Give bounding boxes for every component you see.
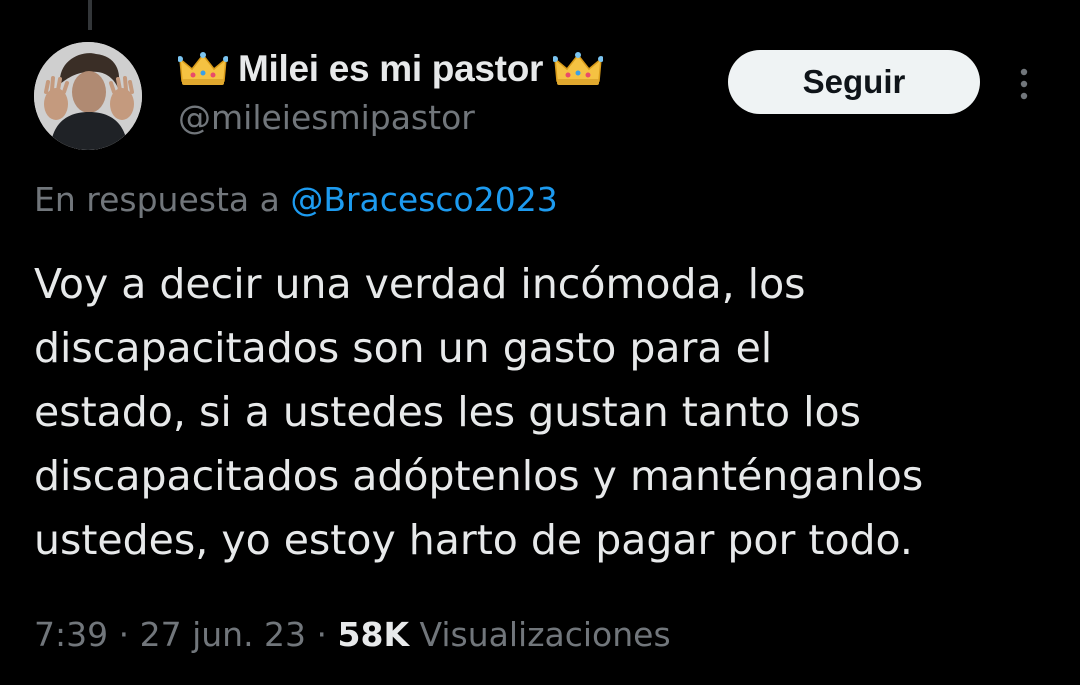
meta-separator: · [316,615,338,654]
tweet-text-line: estado, si a ustedes les gustan tanto lo… [34,388,862,436]
meta-separator: · [118,615,140,654]
reply-context: En respuesta a @Bracesco2023 [34,180,558,219]
tweet-time[interactable]: 7:39 [34,615,119,654]
follow-button[interactable]: Seguir [728,50,980,114]
tweet-text-line: discapacitados son un gasto para el [34,324,773,372]
reply-mention-link[interactable]: @Bracesco2023 [290,180,557,219]
thread-connector-line [88,0,92,30]
tweet-text-line: ustedes, yo estoy harto de pagar por tod… [34,516,913,564]
tweet-text-line: discapacitados adóptenlos y manténganlos [34,452,924,500]
tweet-date[interactable]: 27 jun. 23 [140,615,317,654]
crown-icon [553,51,604,87]
views-count[interactable]: 58K [338,615,410,654]
more-options-icon[interactable] [1010,64,1038,104]
tweet-text-line: Voy a decir una verdad incómoda, los [34,260,806,308]
tweet-metadata: 7:39 · 27 jun. 23 · 58K Visualizaciones [34,615,671,654]
crown-icon [178,51,228,87]
author-name-row[interactable]: Milei es mi pastor [178,46,604,92]
author-display-name[interactable]: Milei es mi pastor [238,48,543,90]
views-label: Visualizaciones [409,615,671,654]
tweet-text: Voy a decir una verdad incómoda, los dis… [34,252,1064,572]
author-handle[interactable]: @mileiesmipastor [178,98,475,137]
avatar[interactable] [34,42,142,150]
reply-prefix: En respuesta a [34,180,291,219]
avatar-image [34,42,142,150]
